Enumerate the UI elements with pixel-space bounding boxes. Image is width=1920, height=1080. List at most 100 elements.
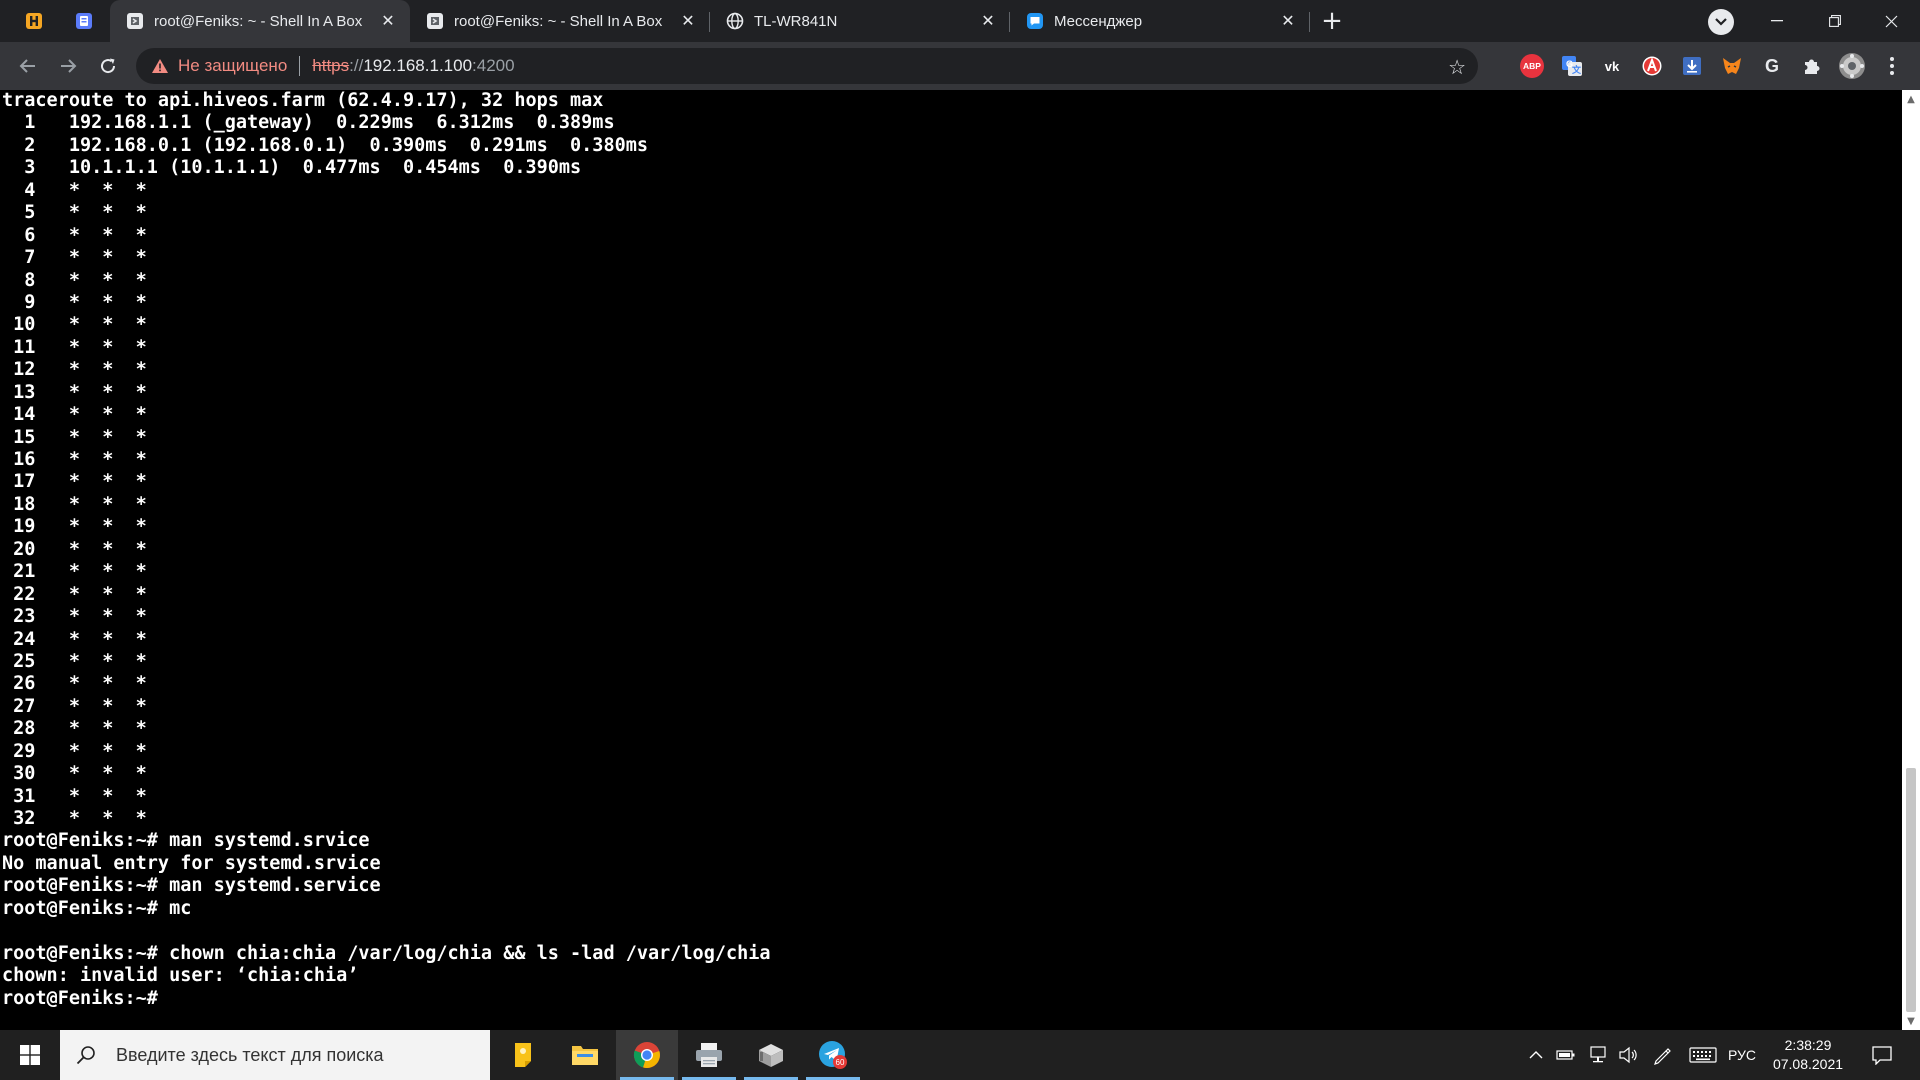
reload-icon <box>101 58 116 74</box>
tab-title: root@Feniks: ~ - Shell In A Box <box>154 12 363 30</box>
bookmark-star-icon[interactable]: ☆ <box>1448 55 1466 80</box>
terminal-line: 23 * * * <box>2 606 147 628</box>
terminal-line: 21 * * * <box>2 561 147 583</box>
download-icon[interactable] <box>1680 54 1704 78</box>
url-port: :4200 <box>472 56 515 75</box>
notifications-button[interactable] <box>1862 1030 1902 1080</box>
battery-icon[interactable] <box>1552 1030 1580 1080</box>
taskbar-app-chrome[interactable] <box>616 1030 678 1080</box>
input-language[interactable]: РУС <box>1728 1030 1756 1080</box>
translate-icon[interactable]: G文 <box>1560 54 1584 78</box>
terminal-line: 4 * * * <box>2 179 147 201</box>
minimize-button[interactable] <box>1748 0 1806 42</box>
terminal-line: 29 * * * <box>2 740 147 762</box>
close-icon[interactable]: ✕ <box>1278 11 1298 31</box>
restore-icon <box>1829 15 1841 27</box>
close-icon[interactable]: ✕ <box>378 11 398 31</box>
terminal-line: 32 * * * <box>2 808 147 829</box>
metamask-icon[interactable] <box>1720 54 1744 78</box>
terminal-line: 12 * * * <box>2 359 147 381</box>
back-button[interactable] <box>12 50 44 82</box>
close-icon <box>1885 15 1897 27</box>
taskbar-clock[interactable]: 2:38:29 07.08.2021 <box>1760 1036 1856 1074</box>
restore-button[interactable] <box>1806 0 1864 42</box>
tab-messenger[interactable]: Мессенджер ✕ <box>1010 0 1310 42</box>
shellinabox-icon <box>426 12 444 30</box>
tab-title: Мессенджер <box>1054 12 1143 30</box>
tab-shell-1[interactable]: root@Feniks: ~ - Shell In A Box ✕ <box>110 0 410 42</box>
scroll-up-icon[interactable]: ▲ <box>1902 90 1920 108</box>
terminal-line: 5 * * * <box>2 202 147 224</box>
pinned-tab-2[interactable] <box>64 0 104 42</box>
url-separator: :// <box>349 56 364 75</box>
file-explorer-icon <box>572 1046 598 1065</box>
tab-search-button[interactable] <box>1708 9 1734 35</box>
arrow-right-icon <box>61 59 77 73</box>
url-text[interactable]: https://192.168.1.100:4200 <box>312 56 514 76</box>
new-tab-button[interactable]: + <box>1310 0 1354 42</box>
taskbar-search-box[interactable]: Введите здесь текст для поиска <box>60 1030 490 1080</box>
google-icon[interactable]: G <box>1760 54 1784 78</box>
security-status[interactable]: Не защищено <box>178 56 287 76</box>
terminal-line: 31 * * * <box>2 785 147 807</box>
antivirus-icon[interactable] <box>1640 54 1664 78</box>
terminal-output: traceroute to api.hiveos.farm (62.4.9.17… <box>0 90 1902 1010</box>
vk-icon[interactable]: vk <box>1600 54 1624 78</box>
pinned-tab-1[interactable] <box>14 0 54 42</box>
close-icon[interactable]: ✕ <box>678 11 698 31</box>
terminal-line: 9 * * * <box>2 291 147 313</box>
forward-button[interactable] <box>52 50 84 82</box>
reload-button[interactable] <box>92 50 124 82</box>
url-host: 192.168.1.100 <box>363 56 473 75</box>
pen-icon[interactable] <box>1648 1030 1676 1080</box>
close-icon[interactable]: ✕ <box>978 11 998 31</box>
telegram-icon: 60 <box>819 1041 847 1069</box>
terminal-line: 2 192.168.0.1 (192.168.0.1) 0.390ms 0.29… <box>2 134 649 156</box>
terminal-line: 30 * * * <box>2 763 147 785</box>
tray-overflow-button[interactable] <box>1524 1030 1548 1080</box>
profile-avatar[interactable] <box>1838 52 1866 80</box>
warning-icon[interactable] <box>150 56 170 76</box>
terminal-line: 28 * * * <box>2 718 147 740</box>
tab-title: root@Feniks: ~ - Shell In A Box <box>454 12 663 30</box>
search-icon <box>76 1046 95 1065</box>
terminal-screen[interactable]: traceroute to api.hiveos.farm (62.4.9.17… <box>0 90 1902 1030</box>
arrow-left-icon <box>19 59 35 73</box>
tab-shell-2[interactable]: root@Feniks: ~ - Shell In A Box ✕ <box>410 0 710 42</box>
terminal-line: root@Feniks:~# man systemd.srvice <box>2 830 370 852</box>
chrome-icon <box>633 1042 660 1069</box>
clock-date: 07.08.2021 <box>1772 1056 1844 1072</box>
terminal-scrollbar[interactable]: ▲ ▼ <box>1902 90 1920 1030</box>
taskbar-app-sticky-notes[interactable] <box>492 1030 554 1080</box>
scrollbar-thumb[interactable] <box>1906 768 1916 1012</box>
globe-icon <box>726 12 744 30</box>
terminal-line: 13 * * * <box>2 381 147 403</box>
printer-app-icon <box>696 1043 722 1067</box>
terminal-line: 8 * * * <box>2 269 147 291</box>
terminal-line: root@Feniks:~# man systemd.service <box>2 875 381 897</box>
taskbar-app-package[interactable] <box>740 1030 802 1080</box>
windows-logo-icon <box>20 1045 40 1065</box>
taskbar-app-printer[interactable] <box>678 1030 740 1080</box>
adblock-icon[interactable]: ABP <box>1520 54 1544 78</box>
start-button[interactable] <box>0 1030 60 1080</box>
terminal-line: 19 * * * <box>2 516 147 538</box>
browser-menu-button[interactable] <box>1880 54 1904 78</box>
puzzle-icon[interactable] <box>1800 54 1824 78</box>
terminal-line: 10 * * * <box>2 314 147 336</box>
address-bar[interactable]: Не защищено https://192.168.1.100:4200 ☆ <box>136 48 1478 84</box>
taskbar-app-telegram[interactable]: 60 <box>802 1030 864 1080</box>
keyboard-icon[interactable] <box>1686 1030 1720 1080</box>
network-icon[interactable] <box>1584 1030 1612 1080</box>
tab-router[interactable]: TL-WR841N ✕ <box>710 0 1010 42</box>
close-window-button[interactable] <box>1862 0 1920 42</box>
volume-icon[interactable] <box>1614 1030 1642 1080</box>
terminal-line: 1 192.168.1.1 (_gateway) 0.229ms 6.312ms… <box>2 112 615 134</box>
terminal-line: 17 * * * <box>2 471 147 493</box>
kebab-menu-icon <box>1890 57 1894 75</box>
scroll-down-icon[interactable]: ▼ <box>1902 1012 1920 1030</box>
package-app-icon <box>759 1044 783 1067</box>
terminal-line: 16 * * * <box>2 449 147 470</box>
taskbar-app-file-explorer[interactable] <box>554 1030 616 1080</box>
